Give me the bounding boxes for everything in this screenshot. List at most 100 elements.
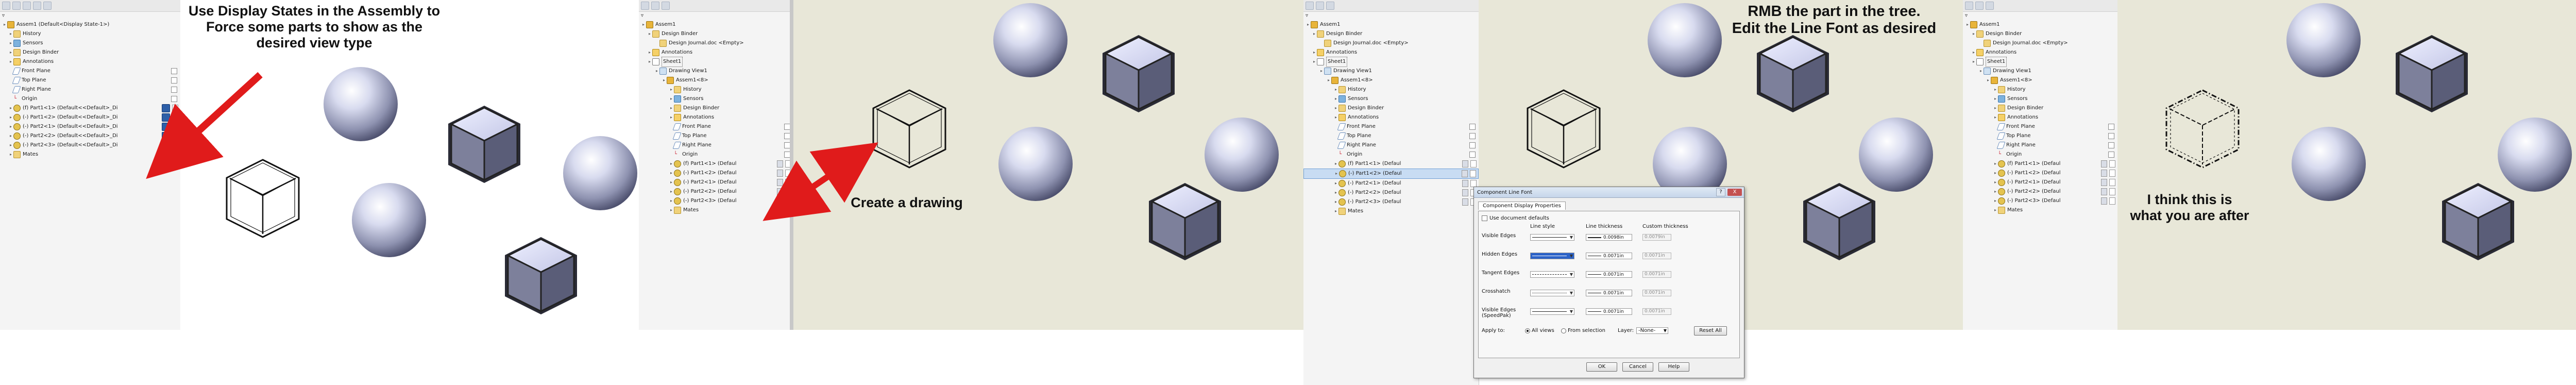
expand-icon[interactable]: ▸ xyxy=(1993,187,1998,196)
display-state-icon[interactable] xyxy=(2101,160,2107,168)
expand-icon[interactable]: ▸ xyxy=(662,76,667,85)
tree-item[interactable]: Right Plane xyxy=(1303,141,1479,150)
expand-icon[interactable]: ▸ xyxy=(1993,196,1998,206)
display-state-icon[interactable] xyxy=(1462,160,1468,168)
tree-item[interactable]: Design Journal.doc <Empty> xyxy=(1963,39,2117,48)
line-style-select[interactable]: ▼ xyxy=(1530,290,1574,296)
configuration-manager-tab-icon[interactable] xyxy=(662,2,670,10)
expand-icon[interactable]: ▸ xyxy=(1312,29,1317,39)
appearance-icon[interactable] xyxy=(785,170,791,177)
reset-all-button[interactable]: Reset All xyxy=(1694,326,1727,336)
tree-item[interactable]: └ Origin xyxy=(639,150,793,159)
expand-icon[interactable]: ▸ xyxy=(1333,94,1338,104)
display-state-icon[interactable] xyxy=(2101,179,2107,186)
tree-item[interactable]: ▸ Design Binder xyxy=(1963,104,2117,113)
tree-item[interactable]: ▸ Design Binder xyxy=(639,29,793,39)
close-button[interactable]: X xyxy=(1727,189,1742,196)
tab-component-display-properties[interactable]: Component Display Properties xyxy=(1478,202,1566,210)
expand-icon[interactable]: ▸ xyxy=(1986,76,1991,85)
tree-item[interactable]: Right Plane xyxy=(0,85,180,94)
tree-item[interactable]: ▸ Design Binder xyxy=(1963,29,2117,39)
expand-icon[interactable]: ▸ xyxy=(1333,188,1338,197)
filter-icon[interactable]: ▿ xyxy=(641,11,643,21)
line-thickness-select[interactable]: 0.0071in xyxy=(1586,253,1632,259)
property-manager-tab-icon[interactable] xyxy=(651,2,659,10)
appearance-icon[interactable] xyxy=(172,114,178,121)
tree-item[interactable]: ▸ Annotations xyxy=(639,113,793,122)
tree-item[interactable]: Design Journal.doc <Empty> xyxy=(639,39,793,48)
tree-item[interactable]: Front Plane xyxy=(1963,122,2117,131)
tree-item[interactable]: ▸ Sheet1 xyxy=(1303,57,1479,67)
configuration-manager-tab-icon[interactable] xyxy=(1326,2,1334,10)
tree-item[interactable]: ▸ (f) Part1<1> (Defaul xyxy=(639,159,793,169)
display-state-icon[interactable] xyxy=(777,197,783,205)
expand-icon[interactable]: ▸ xyxy=(1319,66,1324,76)
tree-item[interactable]: ▸ (-) Part2<2> (Defaul xyxy=(1303,188,1479,197)
tree-item[interactable]: ▸ Assem1<8> xyxy=(639,76,793,85)
tree-item[interactable]: └ Origin xyxy=(1963,150,2117,159)
tree-item[interactable]: ▸ (-) Part2<1> (Defaul xyxy=(1963,178,2117,187)
expand-icon[interactable]: ▸ xyxy=(2,20,7,29)
tree-item[interactable]: ▸ Assem1 xyxy=(1963,20,2117,29)
tree-item[interactable]: Top Plane xyxy=(0,76,180,85)
feature-manager-tab-icon[interactable] xyxy=(1306,2,1314,10)
expand-icon[interactable]: ▸ xyxy=(669,159,674,169)
tree-item[interactable]: ▸ (f) Part1<1> (Defaul xyxy=(1303,159,1479,169)
appearance-icon[interactable] xyxy=(785,197,791,205)
tree-item[interactable]: ▸ (-) Part1<2> (Defaul xyxy=(1303,169,1479,179)
tree-item[interactable]: ▸ Mates xyxy=(1963,206,2117,215)
ok-button[interactable]: OK xyxy=(1586,362,1617,372)
expand-icon[interactable]: ▸ xyxy=(1993,85,1998,94)
appearance-icon[interactable] xyxy=(2109,179,2115,186)
appearance-icon[interactable] xyxy=(172,132,178,140)
expand-icon[interactable]: ▸ xyxy=(669,169,674,178)
filter-icon[interactable]: ▿ xyxy=(1306,11,1308,21)
expand-icon[interactable]: ▸ xyxy=(1993,159,1998,169)
expand-icon[interactable]: ▸ xyxy=(669,206,674,215)
tree-item[interactable]: └ Origin xyxy=(0,94,180,104)
visibility-checkbox[interactable] xyxy=(1469,124,1476,130)
checkbox-box[interactable] xyxy=(1482,215,1487,221)
line-style-select[interactable]: ▼ xyxy=(1530,253,1574,259)
tree-item[interactable]: ▸ (-) Part2<1> (Default<<Default>_Di xyxy=(0,122,180,131)
display-state-icon[interactable] xyxy=(2101,197,2107,205)
tree-item[interactable]: ▸ Annotations xyxy=(0,57,180,66)
expand-icon[interactable]: ▸ xyxy=(8,141,13,150)
expand-icon[interactable]: ▸ xyxy=(1333,179,1338,188)
tree-item[interactable]: ▸ (-) Part1<2> (Defaul xyxy=(639,169,793,178)
appearance-icon[interactable] xyxy=(785,160,791,168)
expand-icon[interactable]: ▸ xyxy=(1971,48,1976,57)
tree-item[interactable]: ▸ Design Binder xyxy=(0,48,180,57)
custom-thickness-field[interactable]: 0.0071in xyxy=(1642,308,1671,315)
expand-icon[interactable]: ▸ xyxy=(1333,207,1338,216)
expand-icon[interactable]: ▸ xyxy=(8,150,13,159)
appearance-icon[interactable] xyxy=(2109,188,2115,195)
expand-icon[interactable]: ▸ xyxy=(1333,113,1338,122)
tree-item[interactable]: Design Journal.doc <Empty> xyxy=(1303,39,1479,48)
tree-item[interactable]: Top Plane xyxy=(1303,131,1479,141)
expand-icon[interactable]: ▸ xyxy=(1971,57,1976,66)
expand-icon[interactable]: ▸ xyxy=(1312,57,1317,66)
visibility-checkbox[interactable] xyxy=(171,68,177,74)
tree-item[interactable]: ▸ Design Binder xyxy=(1303,104,1479,113)
tree-item[interactable]: ▸ Sheet1 xyxy=(1963,57,2117,67)
visibility-checkbox[interactable] xyxy=(1469,152,1476,158)
tree-item[interactable]: ▸ (-) Part2<2> (Default<<Default>_Di xyxy=(0,131,180,141)
tree-item[interactable]: ▸ Mates xyxy=(0,150,180,159)
visibility-checkbox[interactable] xyxy=(2108,142,2114,148)
tree-item[interactable]: ▸ Sensors xyxy=(1303,94,1479,104)
visibility-checkbox[interactable] xyxy=(1469,142,1476,148)
tree-item[interactable]: ▸ Annotations xyxy=(1303,48,1479,57)
line-style-select[interactable]: ▼ xyxy=(1530,308,1574,315)
visibility-checkbox[interactable] xyxy=(171,96,177,102)
custom-thickness-field[interactable]: 0.0071in xyxy=(1642,290,1671,296)
tree-item[interactable]: ▸ Sheet1 xyxy=(639,57,793,67)
tree-item[interactable]: ▸ Sensors xyxy=(639,94,793,104)
appearance-icon[interactable] xyxy=(2109,197,2115,205)
display-state-icon[interactable] xyxy=(777,160,783,168)
line-thickness-select[interactable]: 0.0071in xyxy=(1586,308,1632,315)
appearance-icon[interactable] xyxy=(785,179,791,186)
configuration-manager-tab-icon[interactable] xyxy=(1986,2,1994,10)
appearance-icon[interactable] xyxy=(172,142,178,149)
display-state-icon[interactable] xyxy=(777,179,783,186)
